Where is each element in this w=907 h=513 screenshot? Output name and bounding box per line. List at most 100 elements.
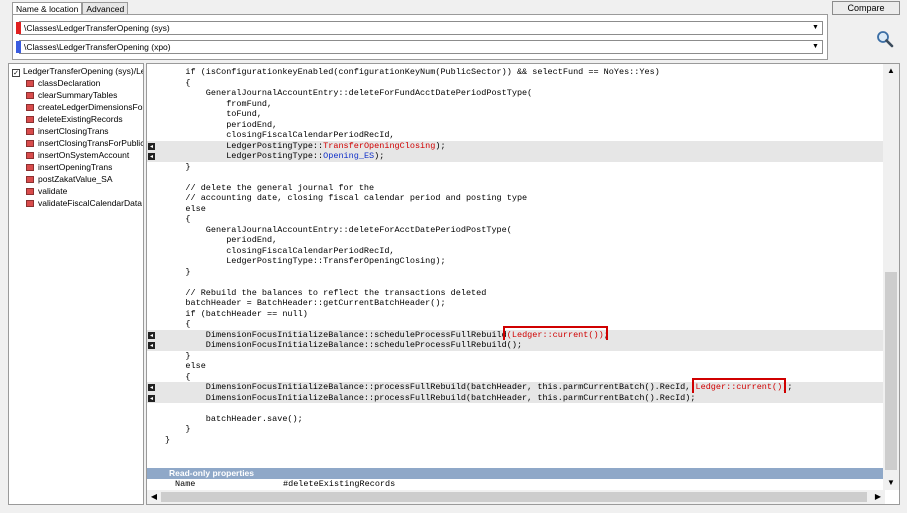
changed-code-line: ◂ DimensionFocusInitializeBalance::sched… [147, 325, 883, 344]
change-marker-icon[interactable]: ◂ [148, 153, 155, 160]
code-line: { [147, 372, 883, 383]
code-token: // delete the general journal for the [165, 182, 375, 193]
code-diff-pane[interactable]: if (isConfigurationkeyEnabled(configurat… [146, 63, 900, 505]
code-line: } [147, 435, 883, 446]
change-marker-icon[interactable]: ◂ [148, 331, 155, 339]
code-line: toFund, [147, 109, 883, 120]
code-line: if (batchHeader == null) [147, 309, 883, 320]
tree-item[interactable]: deleteExistingRecords [26, 114, 123, 124]
tree-item-label: deleteExistingRecords [38, 114, 123, 124]
chevron-down-icon[interactable]: ▼ [809, 22, 822, 34]
code-line: closingFiscalCalendarPeriodRecId, [147, 130, 883, 141]
method-icon [26, 128, 34, 135]
tree-item-label: createLedgerDimensionsForP [38, 102, 144, 112]
tree-item[interactable]: insertOpeningTrans [26, 162, 112, 172]
method-icon [26, 140, 34, 147]
tree-item[interactable]: createLedgerDimensionsForP [26, 102, 144, 112]
checkbox-icon[interactable]: ✓ [12, 69, 20, 77]
tree-item[interactable]: insertClosingTransForPublicS [26, 138, 144, 148]
code-token: GeneralJournalAccountEntry::deleteForAcc… [165, 224, 512, 235]
scroll-down-icon[interactable]: ▼ [883, 476, 899, 490]
code-token: } [165, 424, 191, 434]
code-token: { [165, 214, 191, 224]
path-value: \Classes\LedgerTransferOpening (xpo) [24, 42, 171, 52]
code-line: periodEnd, [147, 235, 883, 246]
tree-item[interactable]: insertClosingTrans [26, 126, 109, 136]
code-line: } [147, 162, 883, 173]
scroll-up-icon[interactable]: ▲ [883, 64, 899, 78]
tree-item[interactable]: validateFiscalCalendarData [26, 198, 142, 208]
tree-item-label: insertClosingTrans [38, 126, 109, 136]
property-key: Name [175, 479, 196, 489]
code-token: } [165, 266, 191, 277]
code-line: batchHeader = BatchHeader::getCurrentBat… [147, 298, 883, 309]
code-line: } [147, 424, 883, 435]
change-marker-icon[interactable]: ◂ [148, 384, 155, 391]
code-lines: if (isConfigurationkeyEnabled(configurat… [147, 67, 883, 445]
horizontal-scrollbar[interactable]: ◀ ▶ [147, 490, 885, 504]
tree-item[interactable]: classDeclaration [26, 78, 100, 88]
scroll-right-icon[interactable]: ▶ [871, 490, 885, 504]
code-token: LedgerPostingType::TransferOpeningClosin… [165, 256, 446, 266]
code-token: Opening_ES [323, 151, 375, 161]
code-token: { [165, 77, 191, 88]
property-value: #deleteExistingRecords [283, 479, 396, 489]
code-token: batchHeader = BatchHeader::getCurrentBat… [165, 298, 446, 308]
tree-item[interactable]: postZakatValue_SA [26, 174, 113, 184]
code-token: DimensionFocusInitializeBalance::schedul… [165, 340, 523, 350]
code-line: { [147, 214, 883, 225]
code-line: GeneralJournalAccountEntry::deleteForAcc… [147, 225, 883, 236]
method-icon [26, 200, 34, 207]
change-marker-icon[interactable]: ◂ [148, 142, 155, 150]
code-token: if (isConfigurationkeyEnabled(configurat… [165, 67, 660, 77]
tree-item-label: classDeclaration [38, 78, 101, 88]
code-token: DimensionFocusInitializeBalance::schedul… [165, 329, 507, 340]
tree-item-label: insertClosingTransForPublicS [38, 138, 144, 148]
chevron-down-icon[interactable]: ▼ [809, 41, 822, 53]
method-icon [26, 176, 34, 183]
change-marker-icon[interactable]: ◂ [148, 342, 155, 349]
code-line: periodEnd, [147, 120, 883, 131]
compare-button[interactable]: Compare [832, 1, 900, 15]
code-token: periodEnd, [165, 235, 278, 245]
tree-item[interactable]: insertOnSystemAccount [26, 150, 129, 160]
code-token: batchHeader.save(); [165, 413, 303, 424]
code-token: else [165, 361, 206, 371]
code-line: LedgerPostingType::TransferOpeningClosin… [147, 256, 883, 267]
method-icon [26, 116, 34, 123]
code-line: { [147, 319, 883, 330]
code-token: DimensionFocusInitializeBalance::process… [165, 382, 696, 392]
tree-item[interactable]: clearSummaryTables [26, 90, 117, 100]
location-panel: \Classes\LedgerTransferOpening (sys) ▼ \… [12, 14, 828, 60]
code-token: TransferOpeningClosing [323, 140, 436, 151]
code-token: // Rebuild the balances to reflect the t… [165, 287, 487, 298]
code-token: { [165, 371, 191, 382]
vertical-scrollbar[interactable]: ▲ ▼ [883, 64, 899, 490]
path-select-sys[interactable]: \Classes\LedgerTransferOpening (sys) ▼ [16, 21, 823, 35]
changed-code-line: ◂ DimensionFocusInitializeBalance::proce… [147, 378, 883, 396]
scroll-thumb[interactable] [161, 492, 867, 502]
scroll-thumb[interactable] [885, 272, 897, 470]
code-line: fromFund, [147, 99, 883, 110]
code-line: GeneralJournalAccountEntry::deleteForFun… [147, 88, 883, 99]
code-token: else [165, 203, 206, 214]
properties-header: Read-only properties [147, 468, 883, 479]
method-icon [26, 92, 34, 99]
tree-root[interactable]: ✓ LedgerTransferOpening (sys)/Le [12, 66, 143, 77]
code-line: } [147, 351, 883, 362]
code-line: if (isConfigurationkeyEnabled(configurat… [147, 67, 883, 78]
method-tree[interactable]: ✓ LedgerTransferOpening (sys)/Le classDec… [8, 63, 144, 505]
property-row: Name #deleteExistingRecords [147, 479, 883, 490]
code-line: // Rebuild the balances to reflect the t… [147, 288, 883, 299]
method-icon [26, 152, 34, 159]
change-marker-icon[interactable]: ◂ [148, 394, 155, 402]
path-select-xpo[interactable]: \Classes\LedgerTransferOpening (xpo) ▼ [16, 40, 823, 54]
code-token: // accounting date, closing fiscal calen… [165, 193, 528, 203]
scroll-left-icon[interactable]: ◀ [147, 490, 161, 504]
magnifier-icon[interactable] [876, 30, 894, 48]
tree-item-label: postZakatValue_SA [38, 174, 113, 184]
tree-item[interactable]: validate [26, 186, 67, 196]
